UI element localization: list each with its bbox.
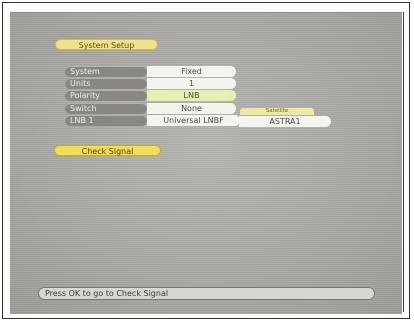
screen-edge (403, 12, 404, 312)
satellite-header: Satellite (240, 108, 314, 115)
row-value-units[interactable]: 1 (147, 78, 236, 89)
row-value-system[interactable]: Fixed (147, 66, 236, 77)
page-title: System Setup (55, 39, 158, 50)
row-label-polarity: Polarity (65, 90, 147, 101)
row-label-lnb1: LNB 1 (65, 115, 147, 126)
tv-screen (10, 12, 402, 314)
row-label-switch: Switch (65, 103, 147, 114)
row-value-switch[interactable]: None (147, 103, 236, 114)
row-value-polarity[interactable]: LNB (147, 90, 236, 101)
row-label-system: System (65, 66, 147, 77)
status-bar: Press OK to go to Check Signal (38, 287, 375, 300)
row-value-lnb1[interactable]: Universal LNBF (147, 115, 240, 126)
check-signal-button[interactable]: Check Signal (54, 145, 161, 156)
satellite-value[interactable]: ASTRA1 (239, 116, 331, 127)
row-label-units: Units (65, 78, 147, 89)
